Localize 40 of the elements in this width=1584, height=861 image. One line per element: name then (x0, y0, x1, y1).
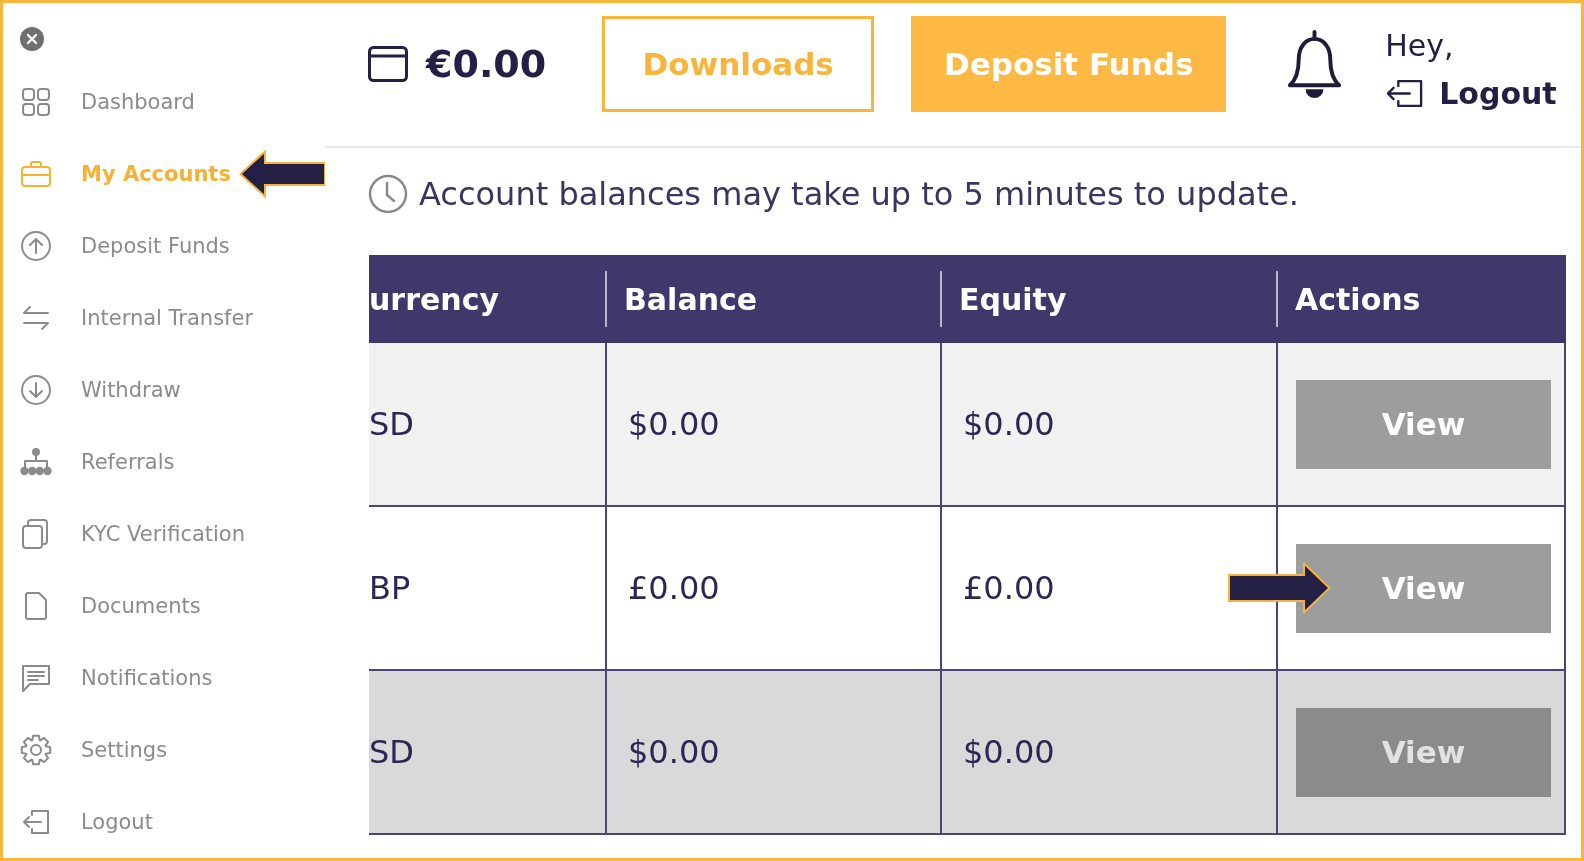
sidebar-item[interactable]: Settings (20, 734, 168, 766)
sidebar-item[interactable]: Logout (20, 806, 153, 838)
view-button[interactable]: View (1296, 379, 1551, 469)
speech-bubble-icon (20, 662, 52, 694)
briefcase-icon (20, 158, 52, 190)
table-cell: $0.00 (940, 671, 1276, 833)
table-cell: $0.00 (605, 343, 940, 505)
up-arrow-circle-icon (20, 230, 52, 262)
table-cell-text: BP (369, 568, 412, 609)
greeting-text: Hey, (1385, 26, 1454, 65)
grid-icon (20, 86, 52, 118)
table-cell: $0.00 (605, 671, 940, 833)
sidebar-item[interactable]: My Accounts (20, 158, 231, 190)
column-header: urrency (369, 280, 500, 319)
deposit-funds-button[interactable]: Deposit Funds (911, 16, 1227, 112)
downloads-button[interactable]: Downloads (602, 16, 875, 112)
table-cell-text: SD (369, 732, 415, 773)
settings-icon (20, 734, 52, 766)
sidebar-item[interactable]: Notifications (20, 662, 213, 694)
sidebar-item[interactable]: Deposit Funds (20, 230, 230, 262)
notice-text: Account balances may take up to 5 minutes to update. (419, 175, 1299, 213)
sidebar-item[interactable]: Withdraw (20, 374, 181, 406)
sidebar-item[interactable]: Documents (20, 590, 201, 622)
logout-link[interactable]: Logout (1385, 75, 1557, 111)
sidebar-item[interactable]: Referrals (20, 446, 175, 478)
logout-icon (1385, 78, 1424, 108)
view-button[interactable]: View (1296, 707, 1551, 797)
clock-icon (368, 174, 408, 214)
balance-amount: €0.00 (426, 42, 547, 86)
sidebar-item[interactable]: KYC Verification (20, 518, 246, 550)
table-cell: £0.00 (605, 507, 940, 669)
sidebar-item[interactable]: Dashboard (20, 86, 195, 118)
hierarchy-icon (20, 446, 52, 478)
close-icon[interactable] (20, 27, 44, 51)
sidebar-item[interactable]: Internal Transfer (20, 302, 254, 334)
table-cell: $0.00 (940, 343, 1276, 505)
wallet-icon (368, 46, 408, 82)
table-cell-text: SD (369, 404, 415, 445)
view-button[interactable]: View (1296, 543, 1551, 633)
down-arrow-circle-icon (20, 374, 52, 406)
